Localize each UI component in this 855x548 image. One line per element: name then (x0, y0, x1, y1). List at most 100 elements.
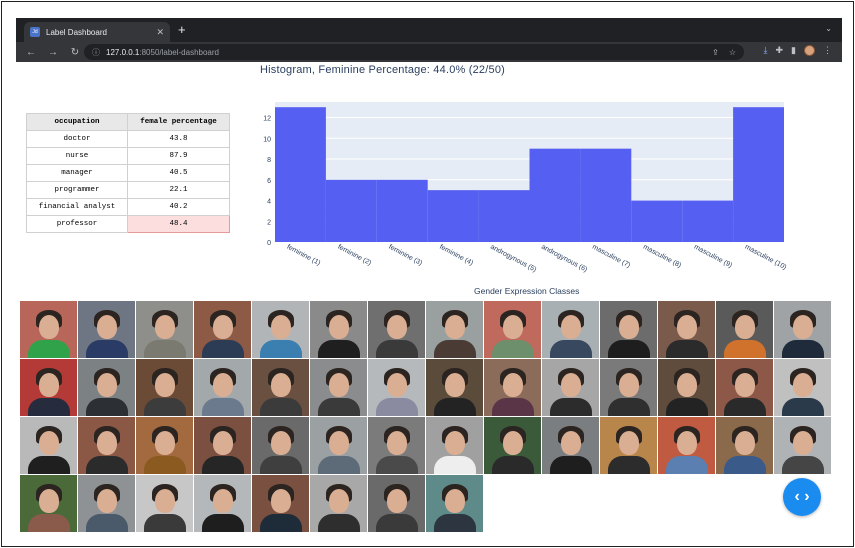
menu-kebab-icon[interactable]: ⋮ (823, 45, 832, 56)
portrait-thumbnail[interactable] (252, 417, 309, 474)
bookmark-star-icon[interactable]: ☆ (729, 48, 736, 57)
cell-occupation[interactable]: nurse (26, 147, 128, 165)
histogram-chart[interactable]: 0 2 4 6 8 10 12 feminine (1) feminine (2) feminin… (252, 98, 842, 288)
portrait-thumbnail[interactable] (78, 417, 135, 474)
profile-avatar-icon[interactable] (804, 45, 815, 56)
portrait-thumbnail[interactable] (368, 359, 425, 416)
download-icon[interactable]: ⤓ (764, 45, 768, 56)
table-row[interactable]: nurse 87.9 (26, 147, 230, 165)
extensions-puzzle-icon[interactable]: ✚ (776, 45, 784, 56)
cell-female-percentage[interactable]: 87.9 (127, 147, 230, 165)
histogram-bar[interactable] (733, 107, 784, 243)
portrait-thumbnail[interactable] (252, 301, 309, 358)
histogram-bar[interactable] (275, 107, 326, 243)
portrait-thumbnail[interactable] (774, 301, 831, 358)
histogram-bar[interactable] (682, 200, 734, 242)
histogram-bar[interactable] (529, 148, 581, 242)
cell-female-percentage[interactable]: 22.1 (127, 181, 230, 199)
portrait-thumbnail[interactable] (78, 301, 135, 358)
column-header-female-percentage[interactable]: female percentage (127, 113, 230, 131)
portrait-thumbnail[interactable] (716, 359, 773, 416)
portrait-thumbnail[interactable] (600, 359, 657, 416)
cell-female-percentage[interactable]: 40.2 (127, 198, 230, 216)
table-row[interactable]: professor 48.4 (26, 215, 230, 233)
portrait-thumbnail[interactable] (426, 475, 483, 532)
portrait-thumbnail[interactable] (426, 359, 483, 416)
portrait-thumbnail[interactable] (542, 417, 599, 474)
tab-label-dashboard[interactable]: Jd Label Dashboard ✕ (24, 22, 170, 42)
portrait-thumbnail[interactable] (600, 417, 657, 474)
forward-icon[interactable]: → (46, 47, 60, 58)
portrait-thumbnail[interactable] (78, 359, 135, 416)
reload-icon[interactable]: ↻ (68, 47, 82, 58)
portrait-thumbnail[interactable] (310, 359, 367, 416)
cell-occupation[interactable]: professor (26, 215, 128, 233)
portrait-thumbnail[interactable] (310, 475, 367, 532)
portrait-face (676, 373, 697, 397)
portrait-thumbnail[interactable] (716, 417, 773, 474)
portrait-thumbnail[interactable] (368, 301, 425, 358)
portrait-thumbnail[interactable] (658, 417, 715, 474)
cell-female-percentage[interactable]: 48.4 (127, 215, 230, 233)
side-panel-icon[interactable]: ▮ (791, 45, 796, 56)
portrait-thumbnail[interactable] (194, 301, 251, 358)
back-icon[interactable]: ← (24, 47, 38, 58)
close-tab-icon[interactable]: ✕ (156, 27, 164, 38)
info-icon[interactable]: ⓘ (92, 47, 100, 58)
tab-search-icon[interactable]: ⌄ (825, 24, 832, 33)
address-bar[interactable]: ⓘ 127.0.0.1 :8050/label-dashboard ⇪ ☆ (84, 44, 744, 60)
portrait-thumbnail[interactable] (20, 359, 77, 416)
histogram-bar[interactable] (376, 179, 428, 242)
portrait-thumbnail[interactable] (716, 301, 773, 358)
portrait-thumbnail[interactable] (368, 475, 425, 532)
portrait-thumbnail[interactable] (194, 475, 251, 532)
portrait-thumbnail[interactable] (658, 359, 715, 416)
code-toggle-button[interactable]: ‹ › (783, 478, 821, 516)
portrait-thumbnail[interactable] (20, 301, 77, 358)
portrait-thumbnail[interactable] (194, 359, 251, 416)
portrait-thumbnail[interactable] (136, 475, 193, 532)
portrait-thumbnail[interactable] (252, 359, 309, 416)
cell-occupation[interactable]: programmer (26, 181, 128, 199)
portrait-thumbnail[interactable] (368, 417, 425, 474)
histogram-bar[interactable] (478, 190, 530, 242)
cell-occupation[interactable]: doctor (26, 130, 128, 148)
cell-female-percentage[interactable]: 40.5 (127, 164, 230, 182)
portrait-thumbnail[interactable] (658, 301, 715, 358)
portrait-thumbnail[interactable] (78, 475, 135, 532)
portrait-thumbnail[interactable] (136, 301, 193, 358)
histogram-bar[interactable] (427, 190, 479, 242)
table-row[interactable]: doctor 43.8 (26, 130, 230, 148)
portrait-thumbnail[interactable] (484, 417, 541, 474)
table-row[interactable]: programmer 22.1 (26, 181, 230, 199)
portrait-thumbnail[interactable] (194, 417, 251, 474)
portrait-thumbnail[interactable] (252, 475, 309, 532)
portrait-thumbnail[interactable] (774, 359, 831, 416)
portrait-thumbnail[interactable] (20, 475, 77, 532)
share-icon[interactable]: ⇪ (712, 48, 719, 57)
histogram-bar[interactable] (325, 179, 377, 242)
portrait-thumbnail[interactable] (426, 301, 483, 358)
portrait-thumbnail[interactable] (310, 417, 367, 474)
cell-female-percentage[interactable]: 43.8 (127, 130, 230, 148)
table-row[interactable]: manager 40.5 (26, 164, 230, 182)
new-tab-button[interactable]: + (178, 23, 186, 37)
portrait-thumbnail[interactable] (774, 417, 831, 474)
portrait-thumbnail[interactable] (542, 301, 599, 358)
histogram-bar[interactable] (631, 200, 683, 242)
portrait-thumbnail[interactable] (20, 417, 77, 474)
portrait-thumbnail[interactable] (426, 417, 483, 474)
portrait-thumbnail[interactable] (136, 417, 193, 474)
portrait-thumbnail[interactable] (484, 359, 541, 416)
portrait-thumbnail[interactable] (484, 301, 541, 358)
portrait-thumbnail[interactable] (136, 359, 193, 416)
portrait-thumbnail[interactable] (542, 359, 599, 416)
cell-occupation[interactable]: manager (26, 164, 128, 182)
portrait-thumbnail[interactable] (600, 301, 657, 358)
screenshot-frame: Jd Label Dashboard ✕ + ⌄ ← → ↻ ⓘ 127.0.0… (1, 1, 854, 547)
column-header-occupation[interactable]: occupation (26, 113, 128, 131)
histogram-bar[interactable] (580, 148, 632, 242)
portrait-thumbnail[interactable] (310, 301, 367, 358)
table-row[interactable]: financial analyst 40.2 (26, 198, 230, 216)
cell-occupation[interactable]: financial analyst (26, 198, 128, 216)
